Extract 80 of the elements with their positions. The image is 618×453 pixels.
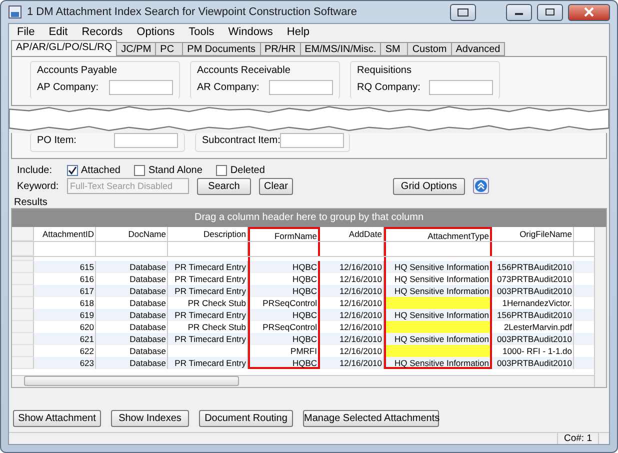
keyword-label: Keyword: [17, 180, 59, 192]
column-header[interactable]: AttachmentType [384, 226, 492, 241]
maximize-icon [545, 8, 555, 16]
field-label: PO Item: [37, 134, 76, 146]
checkbox[interactable] [216, 165, 228, 176]
app-icon [8, 5, 22, 19]
input-field[interactable] [429, 80, 493, 95]
tab[interactable]: PM Documents [182, 42, 261, 56]
table-cell: 003PRTBAudit2010 [492, 356, 574, 369]
input-field[interactable] [109, 80, 173, 95]
action-button[interactable]: Manage Selected Attachments [303, 410, 439, 427]
row-header-cell[interactable] [12, 332, 34, 345]
checkbox-label: Stand Alone [148, 165, 202, 176]
tab[interactable]: PR/HR [260, 42, 301, 56]
group-title: Accounts Payable [37, 65, 118, 76]
vertical-scrollbar[interactable] [594, 226, 606, 387]
table-cell: HQ Sensitive Information [384, 356, 492, 369]
collapse-icon[interactable] [473, 178, 489, 194]
table-cell: Database [96, 356, 168, 369]
menu-item[interactable]: Windows [228, 26, 273, 38]
filter-field[interactable] [248, 242, 320, 256]
restore-window-button[interactable] [450, 4, 476, 20]
checkbox-label: Attached [81, 165, 120, 176]
menu-item[interactable]: Records [82, 26, 123, 38]
field-label: RQ Company: [357, 82, 420, 93]
menu-item[interactable]: Tools [188, 26, 214, 38]
group-title: Accounts Receivable [197, 65, 292, 76]
maximize-button[interactable] [537, 4, 563, 20]
clear-button[interactable]: Clear [259, 178, 293, 195]
checkbox[interactable] [134, 165, 146, 176]
action-button[interactable]: Show Attachment [13, 410, 101, 427]
row-header-cell[interactable] [12, 260, 34, 273]
group-by-band: Drag a column header here to group by that column [12, 208, 606, 227]
checkbox[interactable] [67, 165, 78, 176]
tab[interactable]: Advanced [450, 42, 506, 56]
row-header-cell[interactable] [12, 356, 34, 369]
menu-item[interactable]: File [17, 26, 35, 38]
row-header-cell[interactable] [12, 296, 34, 309]
tab[interactable]: JC/PM [116, 42, 156, 56]
row-header-cell[interactable] [12, 344, 34, 357]
filter-field[interactable] [384, 242, 492, 256]
table-cell: PR Timecard Entry [168, 356, 248, 369]
tab[interactable]: Custom [407, 42, 452, 56]
results-label: Results [13, 196, 48, 208]
search-button[interactable]: Search [197, 178, 251, 195]
row-header-cell[interactable] [12, 284, 34, 297]
table-cell: 623 [34, 356, 96, 369]
row-header-cell[interactable] [12, 308, 34, 321]
close-button[interactable] [568, 4, 610, 20]
action-button[interactable]: Show Indexes [111, 410, 189, 427]
table-cell: HQBC [248, 356, 320, 369]
include-label: Include: [17, 165, 54, 176]
menu-item[interactable]: Help [286, 26, 310, 38]
field-label: AR Company: [197, 82, 260, 93]
input-field[interactable] [280, 132, 344, 148]
input-field[interactable] [269, 80, 333, 95]
action-button[interactable]: Document Routing [199, 410, 293, 427]
scrollbar-thumb[interactable] [24, 376, 239, 386]
company-status: Co#: 1 [557, 433, 599, 444]
tab[interactable]: AP/AR/GL/PO/SL/RQ [11, 40, 118, 56]
tab[interactable]: PC [155, 42, 184, 56]
checkbox-label: Deleted [230, 165, 265, 176]
group-title: Requisitions [357, 65, 412, 76]
grid-options-button[interactable]: Grid Options [393, 178, 465, 195]
field-label: Subcontract Item: [202, 134, 280, 146]
menu-item[interactable]: Edit [48, 26, 68, 38]
tab[interactable]: EM/MS/IN/Misc. [300, 42, 382, 56]
row-header-cell[interactable] [12, 320, 34, 333]
column-header[interactable]: FormName [248, 226, 320, 241]
window-title: 1 DM Attachment Index Search for Viewpoint Construction Software [27, 6, 358, 18]
close-icon [584, 7, 594, 17]
window-icon [457, 8, 469, 16]
field-label: AP Company: [37, 82, 99, 93]
minimize-button[interactable] [506, 4, 532, 20]
row-header-cell[interactable] [12, 272, 34, 285]
tab[interactable]: SM [380, 42, 408, 56]
menu-item[interactable]: Options [136, 26, 175, 38]
table-cell: 12/16/2010 [320, 356, 384, 369]
keyword-field[interactable]: Full-Text Search Disabled [67, 178, 189, 194]
input-field[interactable] [114, 132, 178, 148]
